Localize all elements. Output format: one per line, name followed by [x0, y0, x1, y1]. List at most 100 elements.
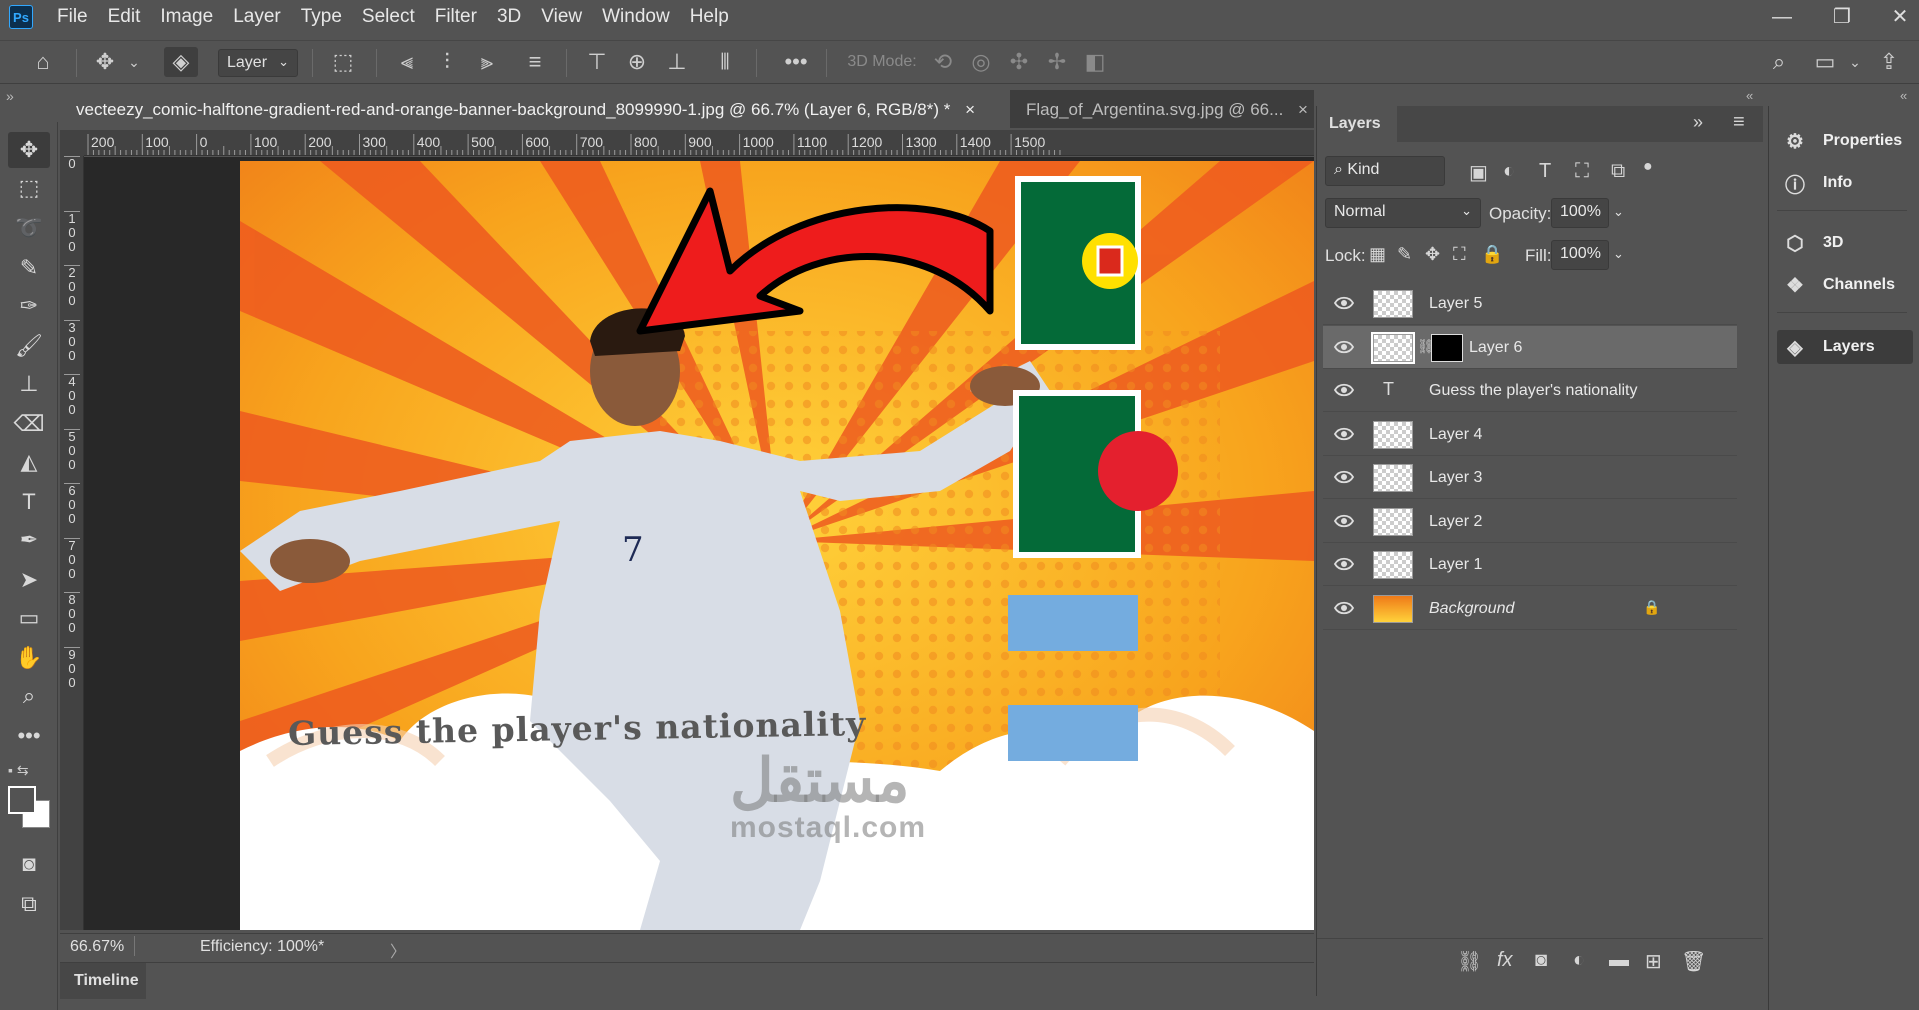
align-left-icon[interactable]: ⫷: [392, 47, 422, 77]
zoom-tool-icon[interactable]: ⌕: [8, 678, 50, 714]
layer-row[interactable]: T Guess the player's nationality: [1323, 369, 1737, 412]
tab-document-2[interactable]: Flag_of_Argentina.svg.jpg @ 66... ×: [1010, 90, 1314, 128]
menu-filter[interactable]: Filter: [425, 6, 487, 28]
3d-roll-icon[interactable]: ◎: [966, 47, 996, 77]
panel-menu-icon[interactable]: ≡: [1733, 111, 1745, 134]
eye-icon[interactable]: [1333, 510, 1355, 532]
fx-icon[interactable]: fx: [1497, 949, 1513, 972]
lock-all-icon[interactable]: 🔒: [1481, 244, 1503, 265]
opacity-input[interactable]: 100%: [1551, 198, 1609, 228]
distribute-vertical-icon[interactable]: ⦀: [710, 47, 740, 77]
status-menu-arrow[interactable]: 〉: [390, 938, 406, 962]
lock-transparent-icon[interactable]: ▦: [1369, 244, 1386, 265]
minimize-icon[interactable]: —: [1752, 2, 1812, 32]
menu-edit[interactable]: Edit: [98, 6, 151, 28]
3d-pan-icon[interactable]: ✣: [1004, 47, 1034, 77]
hand-tool-icon[interactable]: ✋: [8, 640, 50, 676]
quick-mask-icon[interactable]: ◙: [8, 846, 50, 882]
brush-tool-icon[interactable]: 🖌: [8, 328, 50, 364]
quick-select-tool-icon[interactable]: ✎: [8, 250, 50, 286]
layer-row[interactable]: ⛓ Layer 6: [1323, 325, 1737, 369]
align-middle-icon[interactable]: ⊕: [622, 47, 652, 77]
3d-slide-icon[interactable]: ✢: [1042, 47, 1072, 77]
rectangle-tool-icon[interactable]: ▭: [8, 600, 50, 636]
layer-row[interactable]: Layer 3: [1323, 456, 1737, 499]
share-icon[interactable]: ⇪: [1874, 47, 1904, 77]
move-tool-icon[interactable]: ✥: [90, 47, 120, 77]
close-tab-icon[interactable]: ×: [965, 100, 975, 119]
home-icon[interactable]: ⌂: [26, 47, 60, 77]
menu-select[interactable]: Select: [352, 6, 425, 28]
menu-layer[interactable]: Layer: [223, 6, 291, 28]
paint-bucket-tool-icon[interactable]: ◭: [8, 444, 50, 480]
distribute-horizontal-icon[interactable]: ≡: [520, 47, 550, 77]
transform-controls-icon[interactable]: ⬚: [326, 47, 360, 77]
eye-icon[interactable]: [1333, 553, 1355, 575]
fill-input[interactable]: 100%: [1551, 240, 1609, 270]
menu-help[interactable]: Help: [680, 6, 739, 28]
swap-colors-icon[interactable]: ▪ ⇆: [8, 762, 44, 780]
chevron-down-icon[interactable]: ⌄: [1613, 204, 1624, 220]
expand-toolbar-icon[interactable]: »: [6, 88, 14, 104]
3d-camera-icon[interactable]: ◧: [1080, 47, 1110, 77]
more-options-icon[interactable]: •••: [776, 47, 816, 77]
blend-mode-dropdown[interactable]: Normal ⌄: [1325, 198, 1481, 228]
filter-toggle-icon[interactable]: ●: [1643, 158, 1653, 176]
eye-icon[interactable]: [1333, 336, 1355, 358]
foreground-color-swatch[interactable]: [8, 786, 36, 814]
pen-tool-icon[interactable]: ✒: [8, 522, 50, 558]
layer-row[interactable]: Layer 4: [1323, 413, 1737, 456]
filter-pixel-icon[interactable]: ▣: [1469, 160, 1488, 185]
close-window-icon[interactable]: ✕: [1870, 2, 1919, 32]
link-layers-icon[interactable]: ⛓: [1457, 949, 1482, 974]
eye-icon[interactable]: [1333, 423, 1355, 445]
dock-info[interactable]: ⓘ Info: [1777, 166, 1913, 200]
eyedropper-tool-icon[interactable]: ✑: [8, 288, 50, 324]
tab-document-1[interactable]: vecteezy_comic-halftone-gradient-red-and…: [60, 90, 1010, 128]
dock-layers[interactable]: ◈ Layers: [1777, 330, 1913, 364]
move-tool-icon[interactable]: ✥: [8, 132, 50, 168]
dock-3d[interactable]: ⬡ 3D: [1777, 226, 1913, 260]
lasso-tool-icon[interactable]: ➰: [8, 210, 50, 246]
restore-icon[interactable]: ❐: [1812, 2, 1872, 32]
lock-position-icon[interactable]: ✥: [1425, 244, 1440, 265]
menu-image[interactable]: Image: [150, 6, 223, 28]
adjustment-layer-icon[interactable]: ◐: [1573, 949, 1585, 972]
layer-row[interactable]: Layer 2: [1323, 500, 1737, 543]
filter-kind-dropdown[interactable]: ⌕ Kind: [1325, 156, 1445, 186]
screen-mode-icon[interactable]: ⧉: [8, 886, 50, 922]
canvas-workspace[interactable]: 7 Guess the player's nationality مستقل m…: [84, 157, 1314, 930]
lock-image-icon[interactable]: ✎: [1397, 244, 1412, 265]
more-tools-icon[interactable]: •••: [8, 718, 50, 754]
layer-row[interactable]: Background 🔒: [1323, 587, 1737, 630]
3d-orbit-icon[interactable]: ⟲: [928, 47, 958, 77]
workspace-icon[interactable]: ▭: [1810, 47, 1840, 77]
menu-3d[interactable]: 3D: [487, 6, 531, 28]
collapse-docks-icon[interactable]: «: [1746, 88, 1753, 103]
tab-layers[interactable]: Layers: [1317, 106, 1397, 142]
layer-row[interactable]: Layer 5: [1323, 282, 1737, 325]
chevron-down-icon[interactable]: ⌄: [1846, 47, 1864, 77]
align-right-icon[interactable]: ⫸: [472, 47, 502, 77]
menu-view[interactable]: View: [531, 6, 592, 28]
filter-smart-object-icon[interactable]: ⧉: [1611, 160, 1625, 183]
tab-timeline[interactable]: Timeline: [60, 963, 146, 999]
layer-mask-thumbnail[interactable]: [1431, 333, 1463, 362]
layer-row[interactable]: Layer 1: [1323, 543, 1737, 586]
stamp-tool-icon[interactable]: ⊥: [8, 366, 50, 402]
marquee-tool-icon[interactable]: ⬚: [8, 170, 50, 206]
delete-layer-icon[interactable]: 🗑: [1681, 949, 1706, 974]
document-canvas[interactable]: 7 Guess the player's nationality مستقل m…: [240, 161, 1314, 930]
type-tool-icon[interactable]: T: [8, 484, 50, 520]
eraser-tool-icon[interactable]: ⌫: [8, 406, 50, 442]
dock-properties[interactable]: ⚙ Properties: [1777, 124, 1913, 158]
menu-type[interactable]: Type: [291, 6, 352, 28]
add-mask-icon[interactable]: ◙: [1535, 949, 1547, 972]
filter-adjustment-icon[interactable]: ◐: [1503, 160, 1515, 183]
menu-file[interactable]: File: [47, 6, 98, 28]
align-center-icon[interactable]: ⫶: [432, 47, 462, 77]
path-select-tool-icon[interactable]: ➤: [8, 562, 50, 598]
collapse-panel-icon[interactable]: »: [1693, 112, 1703, 133]
eye-icon[interactable]: [1333, 466, 1355, 488]
eye-icon[interactable]: [1333, 292, 1355, 314]
